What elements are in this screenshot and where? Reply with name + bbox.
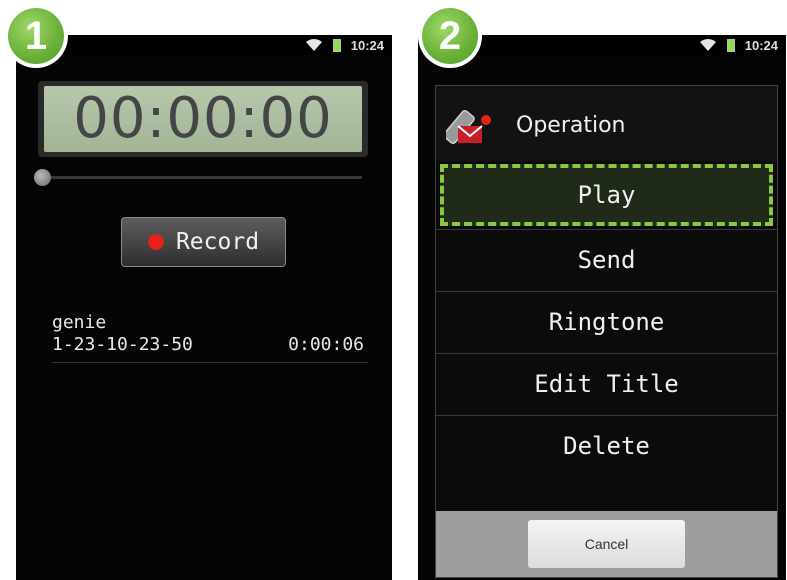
timer-display: 00:00:00 [38,81,368,157]
status-time: 10:24 [350,37,384,53]
phone-screen-operation-dialog: 10:24 Operation Play Send Ringtone Edit … [418,35,786,580]
dialog-footer: Cancel [436,511,777,577]
record-button-label: Record [175,229,260,255]
battery-icon [332,38,341,52]
status-time: 10:24 [744,37,778,53]
dialog-title: Operation [516,113,626,138]
timer-text: 00:00:00 [44,86,362,152]
wifi-icon [305,38,322,51]
menu-item-send[interactable]: Send [436,229,777,291]
operation-envelope-icon [446,109,491,145]
menu-item-edit-title[interactable]: Edit Title [436,353,777,415]
step-badge-number: 1 [8,8,64,64]
menu-item-delete[interactable]: Delete [436,415,777,477]
battery-icon [726,38,735,52]
menu-item-play[interactable]: Play [440,164,773,226]
step-badge-2: 2 [418,4,482,68]
recording-duration: 0:00:06 [288,334,364,355]
step-badge-number: 2 [422,8,478,64]
cancel-button[interactable]: Cancel [528,520,685,568]
operation-dialog: Operation Play Send Ringtone Edit Title … [435,85,778,578]
record-dot-icon [147,234,164,250]
playback-progress-track[interactable] [42,176,362,179]
step-badge-1: 1 [4,4,68,68]
wifi-icon [699,38,716,51]
playback-progress-knob[interactable] [34,169,51,186]
recording-name: genie [52,312,107,333]
record-button[interactable]: Record [121,217,286,267]
recording-list-item[interactable]: genie 1-23-10-23-50 0:00:06 [52,312,368,363]
menu-item-ringtone[interactable]: Ringtone [436,291,777,353]
status-bar: 10:24 [16,35,392,55]
dialog-header: Operation [436,86,777,161]
phone-screen-recorder: 10:24 00:00:00 Record genie 1-23-10-23-5… [16,35,392,580]
